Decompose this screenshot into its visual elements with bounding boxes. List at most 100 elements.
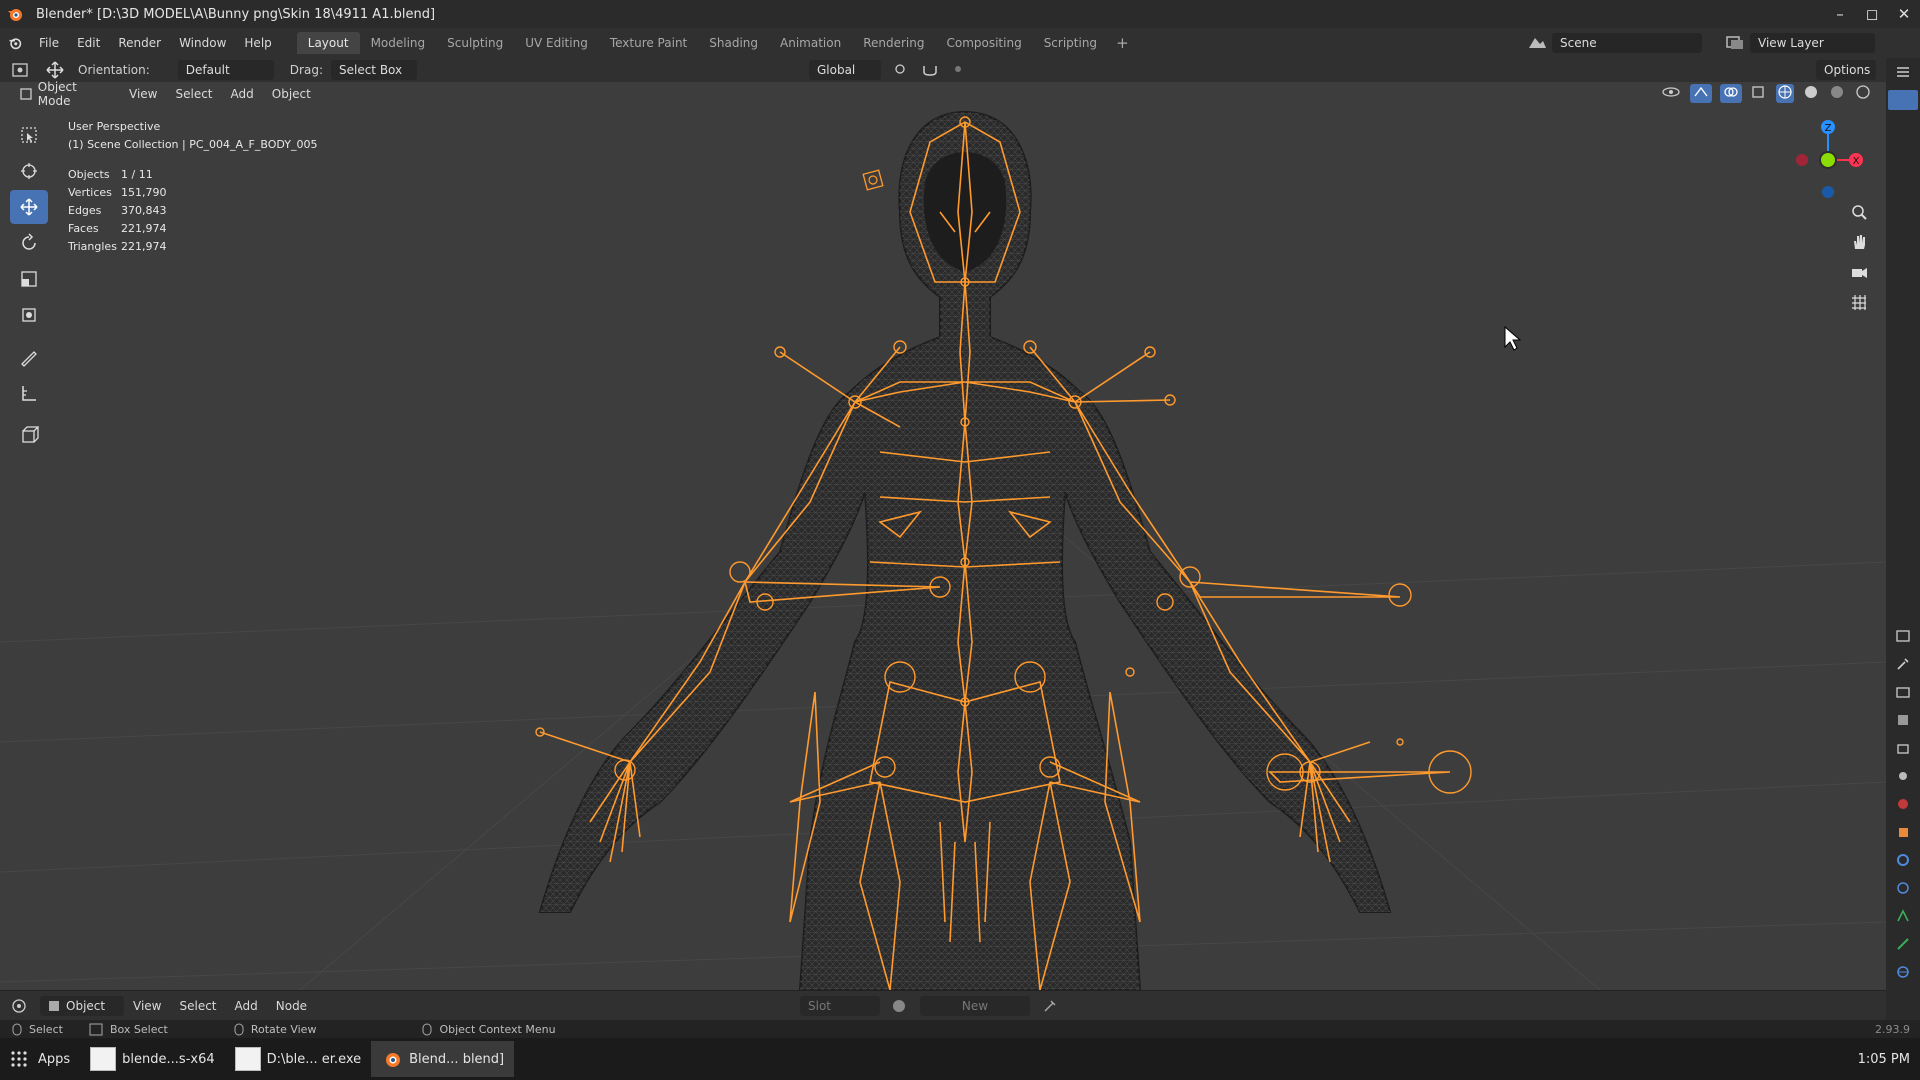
menu-edit[interactable]: Edit bbox=[68, 36, 109, 50]
scene-name-field[interactable]: Scene bbox=[1552, 33, 1702, 53]
apps-button[interactable]: Apps bbox=[0, 1041, 80, 1077]
menu-window[interactable]: Window bbox=[170, 36, 235, 50]
axis-y-button[interactable] bbox=[1819, 151, 1837, 169]
new-material-button[interactable]: New bbox=[920, 996, 1030, 1016]
shading-wireframe-icon[interactable] bbox=[1776, 84, 1794, 103]
move-tool-icon[interactable] bbox=[40, 61, 70, 79]
menu-help[interactable]: Help bbox=[235, 36, 280, 50]
hand-icon[interactable] bbox=[1846, 230, 1872, 254]
gizmo-toggle-icon[interactable] bbox=[1690, 84, 1712, 103]
output-properties-icon[interactable] bbox=[1886, 706, 1920, 734]
tab-compositing[interactable]: Compositing bbox=[935, 32, 1032, 54]
measure-icon[interactable] bbox=[10, 376, 48, 410]
tab-rendering[interactable]: Rendering bbox=[852, 32, 935, 54]
transform-orientation-dropdown[interactable]: Global bbox=[808, 60, 881, 80]
scale-icon[interactable] bbox=[10, 262, 48, 296]
blender-menu-icon[interactable] bbox=[0, 36, 30, 50]
menu-render[interactable]: Render bbox=[109, 36, 170, 50]
viewport-menu-select[interactable]: Select bbox=[166, 87, 221, 101]
drag-dropdown[interactable]: Select Box bbox=[330, 60, 417, 80]
taskbar-item-blender-folder[interactable]: blende...s-x64 bbox=[80, 1041, 224, 1077]
snap-icon[interactable] bbox=[921, 62, 939, 79]
outliner-toggle-icon[interactable] bbox=[1886, 58, 1920, 86]
tab-uv-editing[interactable]: UV Editing bbox=[514, 32, 599, 54]
taskbar-item-label: blende...s-x64 bbox=[122, 1051, 215, 1067]
pin-icon[interactable] bbox=[1042, 998, 1058, 1017]
annotate-icon[interactable] bbox=[10, 340, 48, 374]
light-object-icon[interactable] bbox=[862, 169, 884, 191]
shading-material-icon[interactable] bbox=[1828, 84, 1846, 103]
visibility-icon[interactable] bbox=[1660, 84, 1682, 103]
scene-selector-icon[interactable] bbox=[1526, 34, 1548, 55]
left-toolbar bbox=[10, 118, 50, 454]
add-cube-icon[interactable] bbox=[10, 418, 48, 452]
taskbar-item-blender-window[interactable]: Blend... blend] bbox=[371, 1041, 515, 1077]
outliner-panel-tab[interactable] bbox=[1888, 90, 1918, 110]
overlay-toggle-icon[interactable] bbox=[1720, 84, 1742, 103]
grid-icon[interactable] bbox=[1846, 290, 1872, 314]
move-icon[interactable] bbox=[10, 190, 48, 224]
shading-solid-icon[interactable] bbox=[1802, 84, 1820, 103]
constraint-properties-icon[interactable] bbox=[1886, 958, 1920, 986]
camera-icon[interactable] bbox=[1846, 260, 1872, 284]
window-thumbnail-icon bbox=[234, 1047, 261, 1071]
cursor-icon[interactable] bbox=[10, 154, 48, 188]
pivot-icon[interactable] bbox=[893, 62, 911, 79]
scene-properties-icon[interactable] bbox=[1886, 762, 1920, 790]
bone-properties-icon[interactable] bbox=[1886, 930, 1920, 958]
axis-neg-x-button[interactable] bbox=[1796, 154, 1808, 166]
editor-menu-add[interactable]: Add bbox=[226, 999, 267, 1013]
shader-type-dropdown[interactable]: Object bbox=[40, 995, 124, 1016]
world-properties-icon[interactable] bbox=[1886, 790, 1920, 818]
shader-editor-type-icon[interactable] bbox=[0, 998, 40, 1014]
select-box-icon[interactable] bbox=[10, 118, 48, 152]
editor-menu-view[interactable]: View bbox=[124, 999, 170, 1013]
render-properties-icon[interactable] bbox=[1886, 678, 1920, 706]
transform-icon[interactable] bbox=[10, 298, 48, 332]
tab-sculpting[interactable]: Sculpting bbox=[436, 32, 514, 54]
view-name: User Perspective bbox=[68, 120, 161, 133]
slot-dropdown[interactable]: Slot bbox=[800, 996, 880, 1016]
material-browse-icon[interactable] bbox=[890, 998, 908, 1017]
shading-rendered-icon[interactable] bbox=[1854, 84, 1872, 103]
zoom-icon[interactable] bbox=[1846, 200, 1872, 224]
editor-menu-select[interactable]: Select bbox=[170, 999, 225, 1013]
proportional-edit-icon[interactable] bbox=[949, 62, 967, 79]
axis-neg-z-button[interactable] bbox=[1822, 186, 1834, 198]
menu-file[interactable]: File bbox=[30, 36, 68, 50]
close-button[interactable]: ✕ bbox=[1888, 0, 1920, 28]
object-mode-dropdown[interactable]: Object Mode bbox=[12, 80, 120, 108]
editor-menu-node[interactable]: Node bbox=[267, 999, 316, 1013]
minimize-button[interactable]: – bbox=[1824, 0, 1856, 28]
object-properties-icon[interactable] bbox=[1886, 818, 1920, 846]
taskbar-item-blender-exe[interactable]: D:\ble... er.exe bbox=[225, 1041, 372, 1077]
editor-type-icon[interactable] bbox=[0, 63, 40, 77]
tab-texture-paint[interactable]: Texture Paint bbox=[599, 32, 698, 54]
orientation-dropdown[interactable]: Default bbox=[177, 60, 274, 80]
tab-animation[interactable]: Animation bbox=[769, 32, 852, 54]
view-layer-field[interactable]: View Layer bbox=[1750, 33, 1875, 53]
view-layer-icon[interactable] bbox=[1724, 34, 1746, 55]
modifier-properties-icon[interactable] bbox=[1886, 846, 1920, 874]
add-workspace-button[interactable]: + bbox=[1108, 34, 1137, 52]
window-titlebar: Blender* [D:\3D MODEL\A\Bunny png\Skin 1… bbox=[0, 0, 1920, 28]
xray-toggle-icon[interactable] bbox=[1750, 84, 1768, 103]
options-dropdown[interactable]: Options bbox=[1816, 60, 1876, 80]
tab-shading[interactable]: Shading bbox=[698, 32, 769, 54]
tab-modeling[interactable]: Modeling bbox=[360, 32, 437, 54]
view-layer-properties-icon[interactable] bbox=[1886, 734, 1920, 762]
viewport-menu-add[interactable]: Add bbox=[222, 87, 263, 101]
navigation-gizmo[interactable]: Z X bbox=[1788, 115, 1868, 208]
physics-properties-icon[interactable] bbox=[1886, 874, 1920, 902]
tab-scripting[interactable]: Scripting bbox=[1033, 32, 1108, 54]
maximize-button[interactable]: ◻ bbox=[1856, 0, 1888, 28]
tab-layout[interactable]: Layout bbox=[296, 32, 360, 54]
rotate-icon[interactable] bbox=[10, 226, 48, 260]
tool-properties-icon[interactable] bbox=[1886, 650, 1920, 678]
viewport-menu-object[interactable]: Object bbox=[263, 87, 320, 101]
object-data-properties-icon[interactable] bbox=[1886, 902, 1920, 930]
properties-toggle-icon[interactable] bbox=[1886, 622, 1920, 650]
status-select: Select bbox=[12, 1023, 63, 1036]
character-body-mesh[interactable] bbox=[538, 110, 1392, 990]
viewport-menu-view[interactable]: View bbox=[120, 87, 166, 101]
